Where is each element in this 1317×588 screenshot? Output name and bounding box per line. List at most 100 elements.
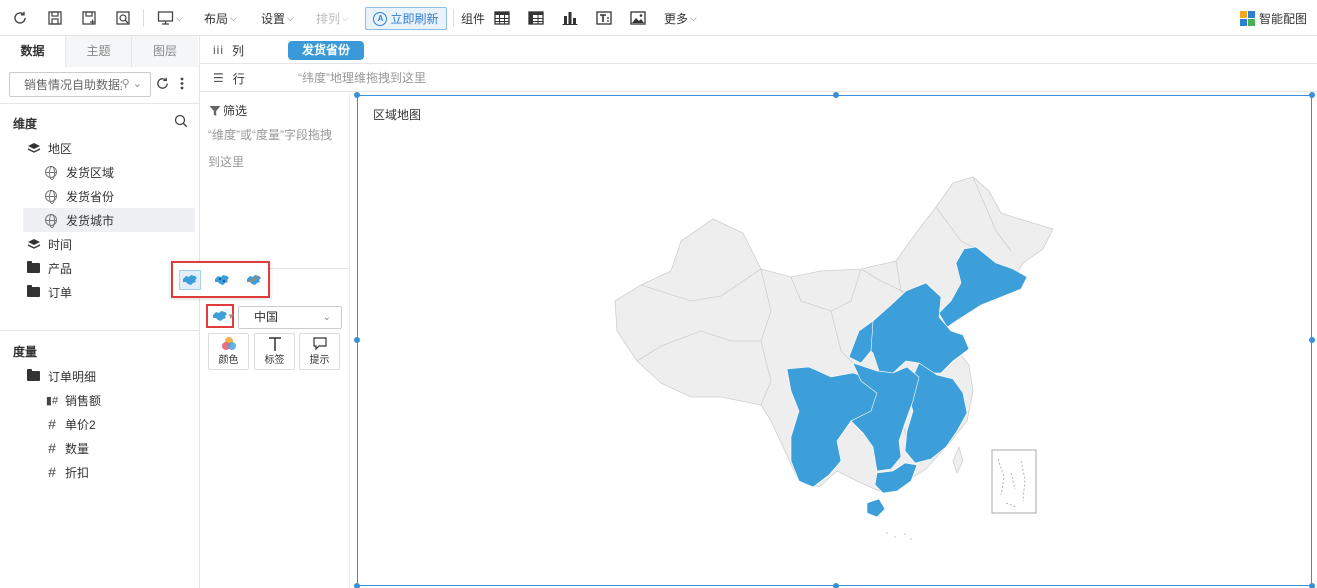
more-menu[interactable]: 更多 ⌵ xyxy=(664,0,697,36)
monitor-icon xyxy=(157,11,174,25)
south-china-sea-inset xyxy=(991,449,1037,514)
resize-handle[interactable] xyxy=(1309,92,1315,98)
folder-open-icon xyxy=(27,369,40,381)
filter-title: 筛选 xyxy=(209,102,247,119)
tree-item-label: 地区 xyxy=(48,141,73,156)
dataset-select[interactable]: 销售情况自助数据集 ⚲ ⌄ xyxy=(9,72,151,97)
tooltip-mark-button[interactable]: 提示 xyxy=(299,333,340,370)
resize-handle[interactable] xyxy=(833,583,839,588)
tree-item-label: 发货城市 xyxy=(66,213,115,228)
image-icon[interactable] xyxy=(630,0,646,36)
filter-text: 筛选 xyxy=(223,104,248,118)
tab-data[interactable]: 数据 xyxy=(0,36,66,67)
more-vertical-icon[interactable] xyxy=(179,76,185,94)
text-icon xyxy=(268,337,281,351)
tooltip-icon xyxy=(312,337,327,351)
settings-menu[interactable]: 设置 ⌵ xyxy=(261,0,294,36)
map-region-hainan[interactable] xyxy=(866,498,886,518)
config-panel: 筛选 “维度”或“度量”字段拖拽到这里 ▼ 中国 ⌄ 颜色 标签 提示 xyxy=(200,92,350,588)
globe-icon xyxy=(45,166,57,180)
save-icon[interactable] xyxy=(47,0,63,36)
resize-handle[interactable] xyxy=(1309,337,1315,343)
components-text: 组件 xyxy=(461,11,486,26)
dimension-ship-region[interactable]: 发货区域 xyxy=(23,160,195,184)
map-region-taiwan[interactable] xyxy=(952,445,964,475)
tree-item-label: 订单 xyxy=(48,285,73,300)
toolbar-divider xyxy=(143,9,144,27)
hash-icon: ▮# xyxy=(45,394,59,407)
bar-chart-icon[interactable] xyxy=(562,0,578,36)
dimension-group-region[interactable]: 地区 xyxy=(27,136,199,160)
text-component-icon[interactable] xyxy=(596,0,612,36)
measure-unit-price[interactable]: # 单价2 xyxy=(23,412,195,436)
resize-handle[interactable] xyxy=(833,92,839,98)
globe-icon xyxy=(45,214,57,228)
panel-tabs: 数据 主题 图层 xyxy=(0,36,200,67)
tab-theme[interactable]: 主题 xyxy=(66,36,132,67)
measure-sales[interactable]: ▮# 销售额 xyxy=(23,388,195,412)
measure-discount[interactable]: # 折扣 xyxy=(23,460,195,484)
hash-icon: # xyxy=(48,416,56,432)
flow-map-option[interactable] xyxy=(243,270,265,290)
point-map-option[interactable] xyxy=(211,270,233,290)
tree-item-label: 发货区域 xyxy=(66,165,115,180)
chart-component[interactable]: 区域地图 xyxy=(354,92,1315,588)
dimensions-title: 维度 xyxy=(13,117,38,131)
tree-item-label: 发货省份 xyxy=(66,189,115,204)
chevron-down-icon: ⌄ xyxy=(322,312,331,323)
search-icon[interactable] xyxy=(174,114,188,131)
refresh-now-button[interactable]: A 立即刷新 xyxy=(365,7,447,30)
columns-shelf[interactable]: iii 列 发货省份 xyxy=(200,36,1317,64)
chevron-down-icon[interactable]: ▼ xyxy=(227,312,235,321)
chevron-down-icon: ⌵ xyxy=(176,12,183,23)
rows-text: 行 xyxy=(232,71,245,86)
label-mark-button[interactable]: 标签 xyxy=(254,333,295,370)
crosstab-icon[interactable] xyxy=(528,0,544,36)
globe-icon xyxy=(45,190,57,204)
dimension-group-time[interactable]: 时间 xyxy=(27,232,199,256)
region-select[interactable]: 中国 ⌄ xyxy=(238,306,342,329)
columns-label: iii 列 xyxy=(213,36,244,64)
mark-label: 提示 xyxy=(309,355,330,366)
dimension-ship-city[interactable]: 发货城市 xyxy=(23,208,195,232)
tree-item-label: 销售额 xyxy=(65,393,102,408)
columns-field-pill[interactable]: 发货省份 xyxy=(288,41,364,60)
dataset-name: 销售情况自助数据集 xyxy=(24,78,122,92)
preview-icon[interactable] xyxy=(115,0,131,36)
table-icon[interactable] xyxy=(494,0,510,36)
display-menu[interactable]: ⌵ xyxy=(157,0,183,36)
tab-layers[interactable]: 图层 xyxy=(132,36,198,67)
rows-shelf[interactable]: ☰ 行 “纬度”地理维拖拽到这里 xyxy=(200,64,1317,92)
layout-menu[interactable]: 布局 ⌵ xyxy=(204,0,237,36)
more-label: 更多 xyxy=(664,11,689,26)
rows-icon: ☰ xyxy=(213,71,225,85)
chevron-down-icon: ⌵ xyxy=(690,12,697,23)
resize-handle[interactable] xyxy=(354,92,360,98)
measure-folder-order-details[interactable]: 订单明细 xyxy=(27,364,199,388)
measure-quantity[interactable]: # 数量 xyxy=(23,436,195,460)
refresh-icon[interactable] xyxy=(12,0,28,36)
resize-handle[interactable] xyxy=(354,337,360,343)
resize-handle[interactable] xyxy=(354,583,360,588)
arrange-menu[interactable]: 排列 ⌵ xyxy=(316,0,349,36)
region-map-option[interactable] xyxy=(179,270,201,290)
rows-drop-hint: “纬度”地理维拖拽到这里 xyxy=(298,71,426,85)
color-mark-button[interactable]: 颜色 xyxy=(208,333,249,370)
mark-label: 标签 xyxy=(264,355,285,366)
filter-drop-zone[interactable]: “维度”或“度量”字段拖拽到这里 xyxy=(208,122,338,176)
tree-item-label: 产品 xyxy=(48,261,73,276)
smart-chart-button[interactable]: 智能配图 xyxy=(1239,0,1307,36)
tree-item-label: 订单明细 xyxy=(48,369,97,384)
sync-icon[interactable] xyxy=(155,76,170,94)
resize-handle[interactable] xyxy=(1309,583,1315,588)
hash-icon: # xyxy=(48,464,56,480)
chevron-down-icon: ⌵ xyxy=(230,12,237,23)
save-as-icon[interactable] xyxy=(81,0,97,36)
divider xyxy=(0,103,199,104)
dimension-ship-province[interactable]: 发货省份 xyxy=(23,184,195,208)
folder-icon xyxy=(27,285,40,297)
settings-label: 设置 xyxy=(261,11,286,26)
map-type-popup xyxy=(171,261,270,298)
layers-icon xyxy=(27,141,41,155)
flow-map-icon xyxy=(247,275,261,285)
